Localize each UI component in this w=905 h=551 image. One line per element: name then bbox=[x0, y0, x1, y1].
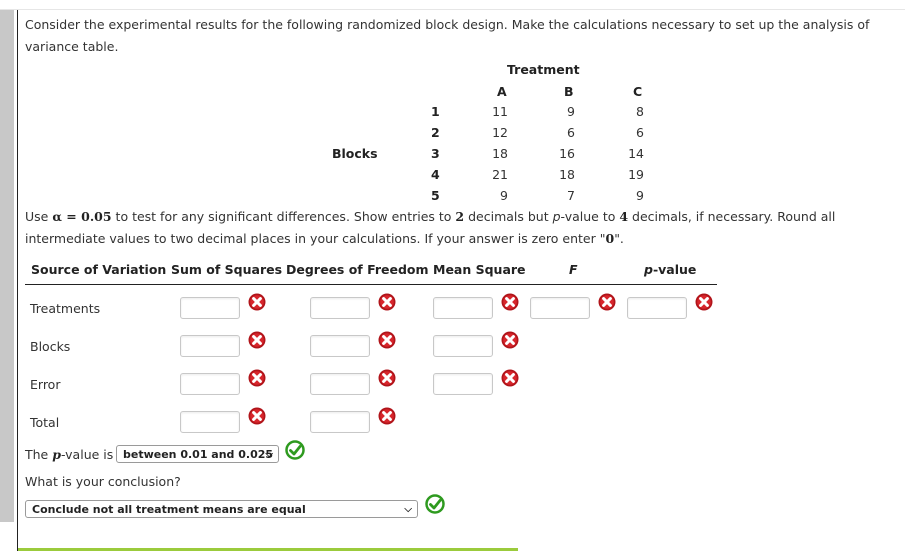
data-cell: 18 bbox=[492, 146, 508, 161]
conclusion-question-label: What is your conclusion? bbox=[25, 474, 181, 489]
row-label-total: Total bbox=[30, 415, 60, 430]
header-source: Source of Variation bbox=[31, 262, 167, 277]
treatments-f-statistic-input[interactable] bbox=[530, 297, 590, 319]
column-header-a: A bbox=[497, 84, 507, 99]
total-degrees-of-freedom-input[interactable] bbox=[310, 411, 370, 433]
block-number: 5 bbox=[431, 188, 440, 203]
data-cell: 6 bbox=[567, 125, 575, 140]
blocks-sum-of-squares-input[interactable] bbox=[180, 335, 240, 357]
chevron-down-icon: ⌵ bbox=[265, 449, 273, 460]
blocks-label: Blocks bbox=[332, 146, 378, 161]
chevron-down-icon: ⌵ bbox=[404, 504, 412, 515]
data-cell: 16 bbox=[559, 146, 575, 161]
instructions: Use α = 0.05 to test for any significant… bbox=[25, 209, 836, 246]
header-p-value: p-value bbox=[644, 262, 697, 277]
data-cell: 9 bbox=[567, 104, 575, 119]
block-number: 2 bbox=[431, 125, 440, 140]
incorrect-x-icon bbox=[248, 331, 266, 349]
incorrect-x-icon bbox=[248, 369, 266, 387]
data-cell: 8 bbox=[636, 104, 644, 119]
block-number: 3 bbox=[431, 146, 440, 161]
blocks-degrees-of-freedom-input[interactable] bbox=[310, 335, 370, 357]
incorrect-x-icon bbox=[501, 293, 519, 311]
error-mean-square-input[interactable] bbox=[433, 373, 493, 395]
incorrect-x-icon bbox=[378, 331, 396, 349]
data-cell: 11 bbox=[492, 104, 508, 119]
left-border-line bbox=[17, 10, 18, 551]
data-cell: 9 bbox=[500, 188, 508, 203]
treatments-p-value-input[interactable] bbox=[627, 297, 687, 319]
incorrect-x-icon bbox=[695, 293, 713, 311]
row-label-error: Error bbox=[30, 377, 61, 392]
blocks-mean-square-input[interactable] bbox=[433, 335, 493, 357]
incorrect-x-icon bbox=[378, 293, 396, 311]
data-cell: 12 bbox=[492, 125, 508, 140]
correct-check-icon bbox=[285, 440, 305, 460]
column-header-b: B bbox=[564, 84, 574, 99]
incorrect-x-icon bbox=[248, 407, 266, 425]
left-sidebar-bar bbox=[0, 10, 14, 522]
data-cell: 6 bbox=[636, 125, 644, 140]
data-cell: 7 bbox=[567, 188, 575, 203]
pvalue-select[interactable]: between 0.01 and 0.025 ⌵ bbox=[116, 445, 279, 463]
data-cell: 9 bbox=[636, 188, 644, 203]
error-sum-of-squares-input[interactable] bbox=[180, 373, 240, 395]
conclusion-select[interactable]: Conclude not all treatment means are equ… bbox=[25, 500, 418, 518]
error-degrees-of-freedom-input[interactable] bbox=[310, 373, 370, 395]
treatments-sum-of-squares-input[interactable] bbox=[180, 297, 240, 319]
block-number: 4 bbox=[431, 167, 440, 182]
treatments-degrees-of-freedom-input[interactable] bbox=[310, 297, 370, 319]
incorrect-x-icon bbox=[598, 293, 616, 311]
total-sum-of-squares-input[interactable] bbox=[180, 411, 240, 433]
data-cell: 21 bbox=[492, 167, 508, 182]
incorrect-x-icon bbox=[501, 369, 519, 387]
incorrect-x-icon bbox=[378, 407, 396, 425]
data-cell: 14 bbox=[628, 146, 644, 161]
column-header-c: C bbox=[633, 84, 643, 99]
pvalue-question-label: The p-value is bbox=[25, 447, 114, 462]
alpha-value: α = 0.05 bbox=[52, 209, 112, 224]
header-degrees-of-freedom: Degrees of Freedom bbox=[286, 262, 429, 277]
row-label-treatments: Treatments bbox=[30, 301, 101, 316]
treatment-header: Treatment bbox=[507, 62, 580, 77]
header-sum-of-squares: Sum of Squares bbox=[171, 262, 283, 277]
question-intro: Consider the experimental results for th… bbox=[25, 17, 870, 54]
row-label-blocks: Blocks bbox=[30, 339, 71, 354]
top-border bbox=[0, 9, 905, 10]
incorrect-x-icon bbox=[248, 293, 266, 311]
correct-check-icon bbox=[425, 494, 445, 514]
data-cell: 18 bbox=[559, 167, 575, 182]
block-number: 1 bbox=[431, 104, 440, 119]
incorrect-x-icon bbox=[501, 331, 519, 349]
header-f: F bbox=[569, 262, 578, 277]
header-mean-square: Mean Square bbox=[433, 262, 526, 277]
header-divider bbox=[25, 284, 717, 285]
treatments-mean-square-input[interactable] bbox=[433, 297, 493, 319]
incorrect-x-icon bbox=[378, 369, 396, 387]
data-cell: 19 bbox=[628, 167, 644, 182]
